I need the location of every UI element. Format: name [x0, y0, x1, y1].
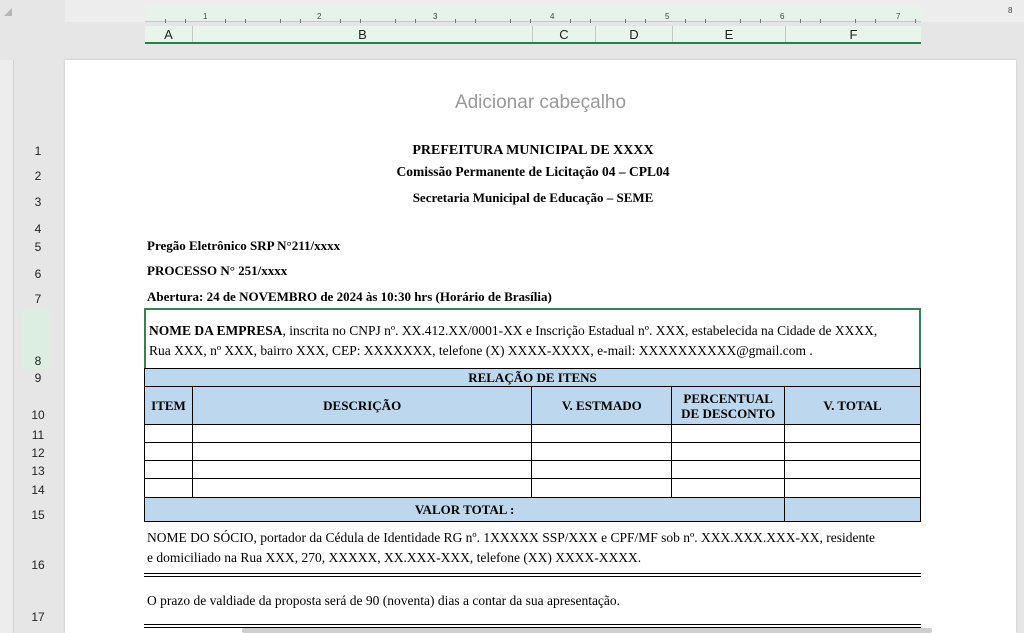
partner-line1: NOME DO SÓCIO, portador da Cédula de Ide…	[147, 530, 875, 545]
validity-line[interactable]: O prazo de valdiade da proposta será de …	[147, 593, 620, 609]
secretariat-line: Secretaria Municipal de Educação – SEME	[412, 190, 654, 205]
table-title: RELAÇÃO DE ITENS	[144, 368, 921, 387]
column-header-e[interactable]: E	[673, 26, 786, 42]
row-header-8[interactable]: 8	[18, 354, 58, 368]
company-text-line1: , inscrita no CNPJ nº. XX.412.XX/0001-XX…	[282, 323, 878, 338]
column-headers: A B C D E F	[145, 26, 921, 44]
processo-line: PROCESSO N° 251/xxxx	[147, 263, 288, 278]
row-header-14[interactable]: 14	[18, 483, 58, 497]
partner-line2: e domiciliado na Rua XXX, 270, XXXXX, XX…	[147, 550, 642, 565]
row-header-11[interactable]: 11	[18, 428, 58, 442]
company-name: NOME DA EMPRESA	[149, 323, 283, 338]
header-percentual-line1: PERCENTUAL	[683, 390, 773, 406]
total-value-cell[interactable]	[784, 497, 921, 522]
column-header-b[interactable]: B	[193, 26, 533, 42]
row-header-17[interactable]: 17	[18, 610, 58, 624]
company-text-line2: Rua XXX, nº XXX, bairro XXX, CEP: XXXXXX…	[149, 342, 813, 358]
ruler-number: 1	[203, 12, 208, 21]
row-header-2[interactable]: 2	[18, 169, 58, 183]
total-label: VALOR TOTAL :	[143, 497, 786, 522]
table-row	[144, 442, 921, 461]
row-header-4[interactable]: 4	[18, 222, 58, 236]
column-header-a[interactable]: A	[145, 26, 193, 42]
partner-info[interactable]: NOME DO SÓCIO, portador da Cédula de Ide…	[147, 528, 921, 568]
header-percentual: PERCENTUAL DE DESCONTO	[671, 386, 786, 425]
ruler-number: 6	[780, 12, 785, 21]
header-percentual-line2: DE DESCONTO	[681, 405, 776, 421]
select-all-corner-icon[interactable]	[4, 8, 12, 16]
row-header-3[interactable]: 3	[18, 195, 58, 209]
commission-line: Comissão Permanente de Licitação 04 – CP…	[396, 164, 670, 179]
ruler-number: 5	[665, 12, 670, 21]
abertura-line: Abertura: 24 de NOVEMBRO de 2024 às 10:3…	[147, 289, 552, 304]
ruler-margin-area: 1 2 3 4 5 6 7	[145, 6, 921, 23]
worksheet-page: Adicionar cabeçalho PREFEITURA MUNICIPAL…	[65, 60, 1016, 633]
column-header-f[interactable]: F	[786, 26, 921, 42]
row-header-6[interactable]: 6	[18, 267, 58, 281]
table-row	[144, 460, 921, 479]
row-header-9[interactable]: 9	[18, 371, 58, 385]
row-header-12[interactable]: 12	[18, 446, 58, 460]
row-header-1[interactable]: 1	[18, 144, 58, 158]
company-info-cell[interactable]: NOME DA EMPRESA, inscrita no CNPJ nº. XX…	[144, 308, 921, 370]
pregao-line: Pregão Eletrônico SRP N°211/xxxx	[147, 238, 341, 253]
ruler-number: 2	[317, 12, 322, 21]
header-item: ITEM	[144, 386, 193, 425]
table-row	[144, 478, 921, 498]
column-header-c[interactable]: C	[533, 26, 596, 42]
items-table: RELAÇÃO DE ITENS ITEM DESCRIÇÃO V. ESTMA…	[143, 368, 921, 522]
add-header-placeholder[interactable]: Adicionar cabeçalho	[65, 92, 1016, 114]
column-header-d[interactable]: D	[596, 26, 673, 42]
ruler-number: 7	[896, 12, 901, 21]
horizontal-scrollbar[interactable]	[242, 628, 932, 633]
header-descricao: DESCRIÇÃO	[191, 386, 533, 425]
row-header-7[interactable]: 7	[18, 292, 58, 306]
row-header-15[interactable]: 15	[18, 508, 58, 522]
ruler-number: 8	[1008, 6, 1013, 15]
row-header-16[interactable]: 16	[18, 558, 58, 572]
ruler-number: 3	[433, 12, 438, 21]
row-header-10[interactable]: 10	[18, 408, 58, 422]
row-header-5[interactable]: 5	[18, 240, 58, 254]
document-title: PREFEITURA MUNICIPAL DE XXXX	[412, 143, 654, 158]
vertical-ruler	[0, 60, 14, 633]
table-row	[144, 424, 921, 443]
header-v-total: V. TOTAL	[784, 386, 921, 425]
row-header-13[interactable]: 13	[18, 464, 58, 478]
ruler-number: 4	[550, 12, 555, 21]
double-border-divider	[144, 573, 921, 577]
header-v-estimado: V. ESTMADO	[531, 386, 673, 425]
